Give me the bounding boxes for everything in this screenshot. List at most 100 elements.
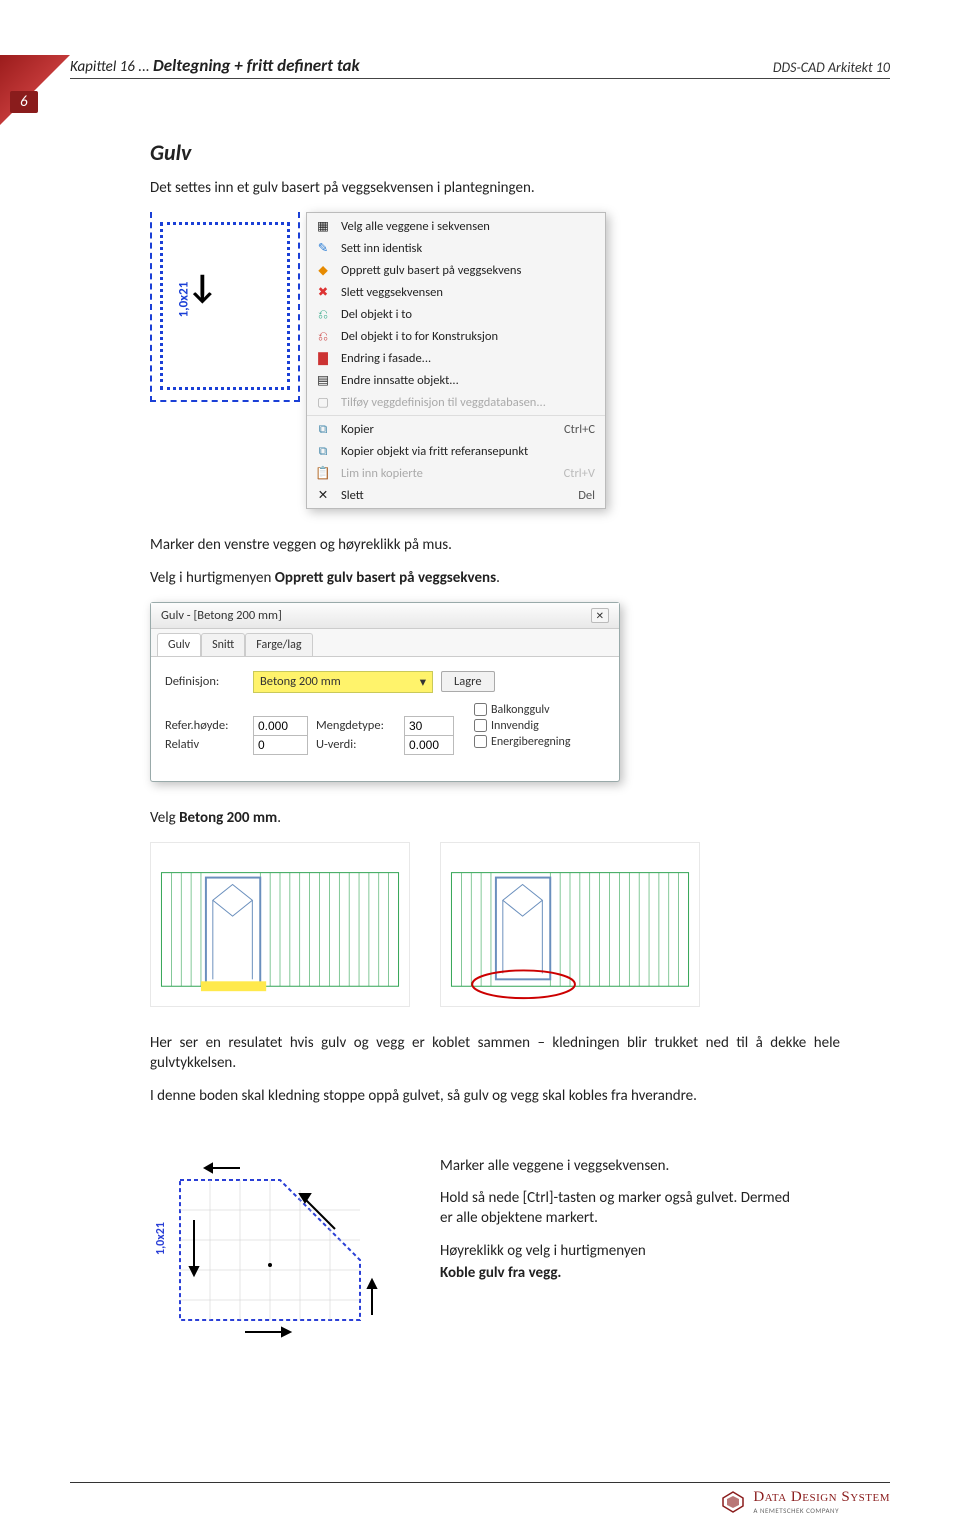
refheight-input[interactable] <box>253 716 308 736</box>
menu-label: Kopier <box>341 422 374 437</box>
building-left <box>150 842 410 1007</box>
page-number: 6 <box>10 91 38 113</box>
mengdetype-input[interactable] <box>404 716 454 736</box>
menu-item[interactable]: ✖ Slett veggsekvensen <box>307 281 605 303</box>
refheight-label: Refer.høyde: <box>165 718 245 733</box>
intro-paragraph: Det settes inn et gulv basert på veggsek… <box>150 178 840 198</box>
page-header: Kapittel 16 ... Deltegning + fritt defin… <box>70 55 890 79</box>
definition-value: Betong 200 mm <box>260 674 341 690</box>
page-corner-decoration <box>0 55 70 125</box>
copy-refpoint-icon: ⧉ <box>313 443 333 459</box>
paragraph-2b: Velg i hurtigmenyen Opprett gulv basert … <box>150 568 840 588</box>
menu-item: 📋 Lim inn kopierte Ctrl+V <box>307 462 605 484</box>
checkbox-input[interactable] <box>474 703 487 716</box>
dialog-title: Gulv - [Betong 200 mm] <box>161 608 282 623</box>
menu-label: Endring i fasade... <box>341 351 431 366</box>
menu-item[interactable]: ▦ Velg alle veggene i sekvensen <box>307 215 605 237</box>
checkbox-innvendig[interactable]: Innvendig <box>474 719 571 733</box>
menu-shortcut: Ctrl+C <box>564 422 595 437</box>
relativ-label: Relativ <box>165 737 245 752</box>
menu-label: Slett veggsekvensen <box>341 285 443 300</box>
close-icon[interactable]: ✕ <box>591 608 609 623</box>
dialog-body: Definisjon: Betong 200 mm ▾ Lagre Refer.… <box>151 656 619 781</box>
bold-text: Betong 200 mm <box>179 809 277 827</box>
floor-dialog: Gulv - [Betong 200 mm] ✕ Gulv Snitt Farg… <box>150 602 620 782</box>
split-construction-icon: ⎌ <box>313 328 333 344</box>
menu-item: ▢ Tilføy veggdefinisjon til veggdatabasen… <box>307 391 605 413</box>
copy-icon: ⧉ <box>313 421 333 437</box>
building-right <box>440 842 700 1007</box>
figure-plan-lower: 1,0x21 Marker alle veggene i veggsekvens… <box>150 1120 840 1350</box>
select-all-walls-icon: ▦ <box>313 218 333 234</box>
add-walldef-icon: ▢ <box>313 394 333 410</box>
context-menu: ▦ Velg alle veggene i sekvensen ✎ Sett inn… <box>306 212 606 509</box>
menu-item[interactable]: ▤Endre innsatte objekt... <box>307 369 605 391</box>
menu-label: Velg alle veggene i sekvensen <box>341 219 490 234</box>
checkbox-input[interactable] <box>474 719 487 732</box>
delete-icon: ✕ <box>313 487 333 503</box>
chapter-title: Deltegning + fritt definert tak <box>153 55 360 76</box>
menu-shortcut: Ctrl+V <box>564 466 595 481</box>
paragraph-2a: Marker den venstre veggen og høyreklikk … <box>150 535 840 555</box>
product-name: DDS-CAD Arkitekt 10 <box>773 59 890 76</box>
side-line1: Marker alle veggene i veggsekvensen. <box>440 1156 790 1176</box>
chapter-prefix: Kapittel 16 ... <box>70 58 150 76</box>
create-floor-icon: ◆ <box>313 262 333 278</box>
figure-buildings <box>150 842 840 1007</box>
paragraph-4b: I denne boden skal kledning stoppe oppå … <box>150 1086 840 1106</box>
menu-item[interactable]: ⧉ Kopier Ctrl+C <box>307 418 605 440</box>
side-line2: Hold så nede [Ctrl]-tasten og marker ogs… <box>440 1188 790 1229</box>
delete-sequence-icon: ✖ <box>313 284 333 300</box>
menu-label: Lim inn kopierte <box>341 466 423 481</box>
tab-snitt[interactable]: Snitt <box>201 633 245 656</box>
menu-label: Sett inn identisk <box>341 241 422 256</box>
text: Velg <box>150 809 179 827</box>
section-title: Gulv <box>150 139 840 166</box>
definition-dropdown[interactable]: Betong 200 mm ▾ <box>253 671 433 693</box>
menu-label: Kopier objekt via fritt referansepunkt <box>341 444 528 459</box>
menu-item[interactable]: ◆ Opprett gulv basert på veggsekvens <box>307 259 605 281</box>
definition-label: Definisjon: <box>165 674 245 689</box>
menu-label: Tilføy veggdefinisjon til veggdatabasen.… <box>341 395 546 410</box>
tab-fargelag[interactable]: Farge/lag <box>245 633 312 656</box>
plan-snippet: 1,0x21 ↓ <box>150 212 300 402</box>
checkbox-input[interactable] <box>474 735 487 748</box>
brand-sub: A NEMETSCHEK COMPANY <box>753 1506 890 1515</box>
checkbox-label: Innvendig <box>491 719 539 733</box>
side-line3: Høyreklikk og velg i hurtigmenyen <box>440 1241 790 1261</box>
menu-item[interactable]: ✕ Slett Del <box>307 484 605 506</box>
tab-gulv[interactable]: Gulv <box>157 633 201 656</box>
plan-image: 1,0x21 <box>150 1120 400 1350</box>
save-button[interactable]: Lagre <box>441 671 495 692</box>
menu-item[interactable]: ⎌ Del objekt i to for Konstruksjon <box>307 325 605 347</box>
bold-text: Opprett gulv basert på veggsekvens <box>275 569 496 587</box>
checkbox-energiberegning[interactable]: Energiberegning <box>474 735 571 749</box>
menu-item[interactable]: ⧉ Kopier objekt via fritt referansepunkt <box>307 440 605 462</box>
menu-shortcut: Del <box>578 488 595 503</box>
brand-name: Data Design System <box>753 1489 890 1506</box>
checkbox-label: Balkonggulv <box>491 703 550 717</box>
menu-label: Opprett gulv basert på veggsekvens <box>341 263 521 278</box>
paragraph-4a: Her ser en resulatet hvis gulv og vegg e… <box>150 1033 840 1074</box>
page-footer: Data Design System A NEMETSCHEK COMPANY <box>70 1482 890 1515</box>
menu-label: Endre innsatte objekt... <box>341 373 459 388</box>
menu-item[interactable]: ✎ Sett inn identisk <box>307 237 605 259</box>
dialog-titlebar: Gulv - [Betong 200 mm] ✕ <box>151 603 619 629</box>
figure-contextmenu: 1,0x21 ↓ ▦ Velg alle veggene i sekvensen … <box>150 212 840 509</box>
plan-dimension-label: 1,0x21 <box>154 1222 168 1255</box>
checkbox-balkonggulv[interactable]: Balkonggulv <box>474 703 571 717</box>
mengdetype-label: Mengdetype: <box>316 718 396 733</box>
paste-icon: 📋 <box>313 465 333 481</box>
bold-text: Koble gulv fra vegg. <box>440 1264 561 1282</box>
paragraph-3: Velg Betong 200 mm. <box>150 808 840 828</box>
menu-label: Del objekt i to for Konstruksjon <box>341 329 498 344</box>
menu-label: Slett <box>341 488 364 503</box>
uverdi-input[interactable] <box>404 735 454 755</box>
text: Velg i hurtigmenyen <box>150 569 275 587</box>
menu-item[interactable]: ▇Endring i fasade... <box>307 347 605 369</box>
insert-identical-icon: ✎ <box>313 240 333 256</box>
relativ-input[interactable] <box>253 735 308 755</box>
side-text-block: Marker alle veggene i veggsekvensen. Hol… <box>440 1120 790 1295</box>
brand-logo-icon <box>721 1490 745 1514</box>
menu-item[interactable]: ⎌Del objekt i to <box>307 303 605 325</box>
